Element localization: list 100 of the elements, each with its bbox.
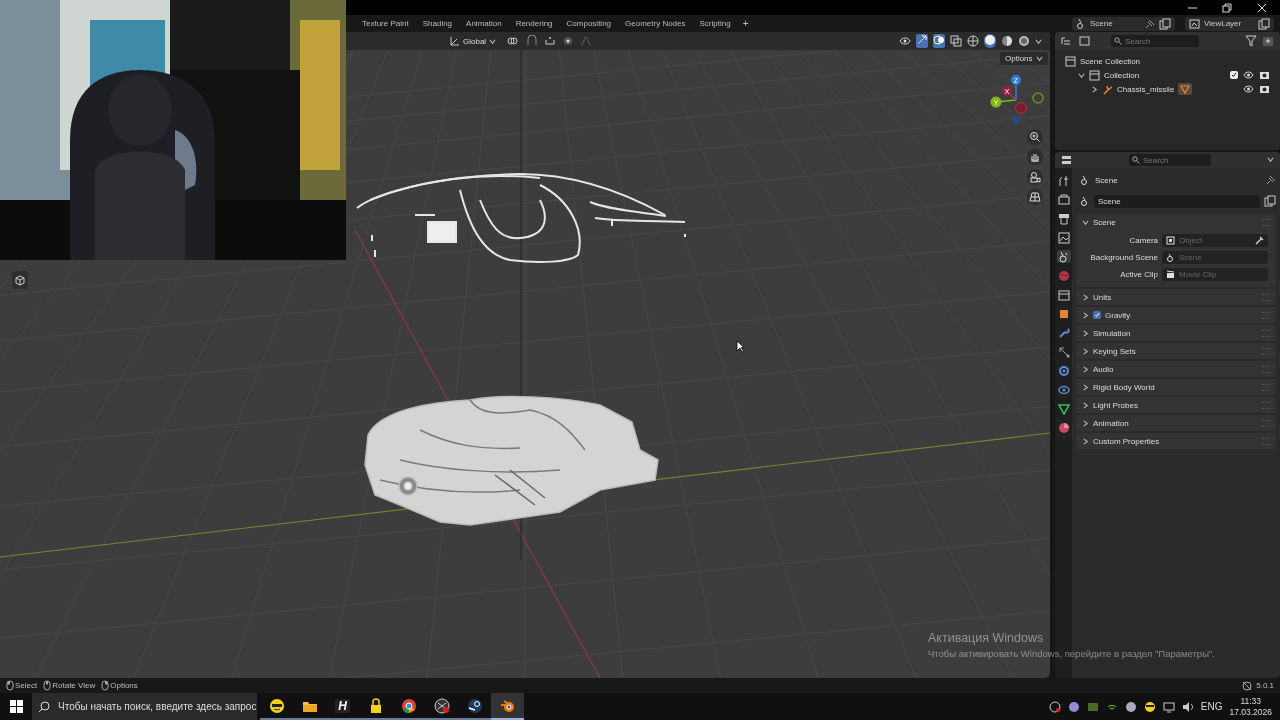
scene-icon[interactable] [1076, 17, 1086, 30]
eyedropper-icon[interactable] [1255, 236, 1264, 245]
solid-shading-icon[interactable] [984, 34, 996, 46]
search-field[interactable]: Search [1111, 35, 1199, 47]
gizmo-toggle-icon[interactable] [916, 34, 928, 46]
workspace-tab[interactable]: Shading [416, 17, 459, 30]
filter-view-icon[interactable] [1079, 36, 1091, 46]
orientation-dropdown[interactable]: Global [463, 36, 487, 46]
taskbar-app[interactable] [491, 693, 524, 720]
panel-header[interactable]: Keying Sets [1093, 346, 1136, 356]
panel-header[interactable]: Simulation [1093, 328, 1131, 338]
pan-button[interactable] [1027, 149, 1043, 165]
collection-icon[interactable] [1057, 288, 1070, 301]
expand-icon[interactable] [1082, 383, 1089, 391]
visibility-icon[interactable] [899, 35, 911, 47]
clock[interactable]: 11:33 17.03.2026 [1229, 695, 1272, 718]
workspace-tab[interactable]: Compositing [560, 17, 618, 30]
panel-header[interactable]: Gravity [1105, 310, 1131, 320]
material-icon[interactable] [1057, 421, 1070, 434]
caret-icon[interactable] [489, 37, 497, 45]
expand-icon[interactable] [1082, 311, 1089, 319]
tool-button[interactable] [12, 271, 28, 289]
copy-icon[interactable] [1264, 195, 1276, 207]
xray-icon[interactable] [950, 35, 962, 47]
view-layer-icon[interactable] [1189, 17, 1200, 30]
panel-header[interactable]: Audio [1093, 364, 1114, 374]
rendered-shading-icon[interactable] [1018, 35, 1030, 47]
language-indicator[interactable]: ENG [1200, 701, 1223, 712]
editor-type-icon[interactable] [1061, 154, 1073, 166]
expand-icon[interactable] [1082, 365, 1089, 373]
object-icon[interactable] [1057, 307, 1070, 320]
eye-icon[interactable] [1243, 84, 1254, 94]
caret-icon[interactable] [1035, 37, 1042, 45]
workspace-tab[interactable]: Geometry Nodes [619, 17, 692, 30]
recorder-icon[interactable] [1048, 700, 1061, 713]
caret-icon[interactable] [1267, 155, 1274, 163]
image-icon[interactable] [1057, 231, 1070, 244]
mesh-data-icon[interactable] [1178, 83, 1193, 95]
expand-icon[interactable] [1082, 419, 1089, 427]
outliner-item[interactable]: Collection [1104, 70, 1140, 80]
panel-header[interactable]: Units [1093, 292, 1112, 302]
checkbox[interactable] [1093, 311, 1101, 319]
panel-header[interactable]: Custom Properties [1093, 436, 1160, 446]
restore-icon[interactable] [1222, 2, 1233, 13]
expand-icon[interactable] [1082, 218, 1089, 226]
workspace-tab[interactable]: Animation [460, 17, 508, 30]
app-icon[interactable] [1067, 700, 1080, 713]
expand-icon[interactable] [1082, 329, 1089, 337]
smiley-icon[interactable] [1143, 700, 1156, 713]
panel-header[interactable]: Animation [1093, 418, 1129, 428]
panel-header[interactable]: Light Probes [1093, 400, 1138, 410]
snap-increment-icon[interactable] [544, 35, 557, 47]
filter-icon[interactable] [1245, 35, 1257, 47]
caret-icon[interactable] [1035, 55, 1043, 62]
expand-icon[interactable] [1082, 293, 1089, 301]
triangle-icon[interactable] [1057, 402, 1070, 415]
scene-datablock-field[interactable]: Scene [1094, 194, 1260, 208]
search-field[interactable]: Search [1129, 154, 1211, 166]
projection-button[interactable] [1027, 189, 1043, 205]
eye-icon[interactable] [1243, 70, 1254, 80]
taskbar-app[interactable]: H [326, 693, 359, 720]
taskbar-search-field[interactable]: Чтобы начать поиск, введите здесь запрос [32, 693, 257, 720]
tool-icon[interactable] [1057, 174, 1070, 187]
windows-start-icon[interactable] [9, 700, 23, 713]
constraint-icon[interactable] [1057, 383, 1070, 396]
outliner-item[interactable]: Chassis_missile [1117, 84, 1175, 94]
render-icon[interactable] [1057, 193, 1070, 206]
speaker-icon[interactable] [1181, 700, 1194, 713]
camera-view-button[interactable] [1027, 169, 1043, 185]
zoom-button[interactable] [1027, 129, 1043, 145]
panel-header[interactable]: Rigid Body World [1093, 382, 1155, 392]
snap-icon[interactable] [526, 35, 539, 47]
workspace-tab[interactable]: Rendering [509, 17, 559, 30]
display-mode-icon[interactable] [1061, 36, 1073, 46]
exclude-checkbox[interactable] [1230, 71, 1238, 79]
options-dropdown[interactable]: Options [1000, 52, 1048, 65]
wrench-icon[interactable] [1057, 326, 1070, 339]
physics-icon[interactable] [1057, 364, 1070, 377]
workspace-tab[interactable]: Scripting [693, 17, 737, 30]
workspace-tab[interactable]: Texture Paint [356, 17, 415, 30]
expand-icon[interactable] [1082, 437, 1089, 445]
monitor-icon[interactable] [1162, 700, 1175, 713]
expand-icon[interactable] [1082, 347, 1089, 355]
copy-icon[interactable] [1258, 17, 1270, 30]
panel-header[interactable]: Scene [1093, 217, 1116, 227]
pin-icon[interactable] [1265, 174, 1276, 186]
output-icon[interactable] [1057, 212, 1070, 225]
particles-icon[interactable] [1057, 345, 1070, 358]
camera-icon[interactable] [1259, 70, 1270, 80]
scene-icon[interactable] [1057, 250, 1070, 263]
copy-icon[interactable] [1159, 17, 1171, 30]
close-icon[interactable] [1257, 2, 1268, 13]
material-shading-icon[interactable] [1001, 35, 1013, 47]
world-icon[interactable] [1057, 269, 1070, 282]
outliner-item[interactable]: Scene Collection [1080, 56, 1141, 66]
overlay-icon[interactable] [933, 34, 945, 46]
pivot-icon[interactable] [506, 35, 521, 47]
proportional-edit-icon[interactable] [562, 35, 575, 47]
new-collection-icon[interactable] [1262, 35, 1274, 47]
pin-icon[interactable] [1144, 17, 1155, 30]
